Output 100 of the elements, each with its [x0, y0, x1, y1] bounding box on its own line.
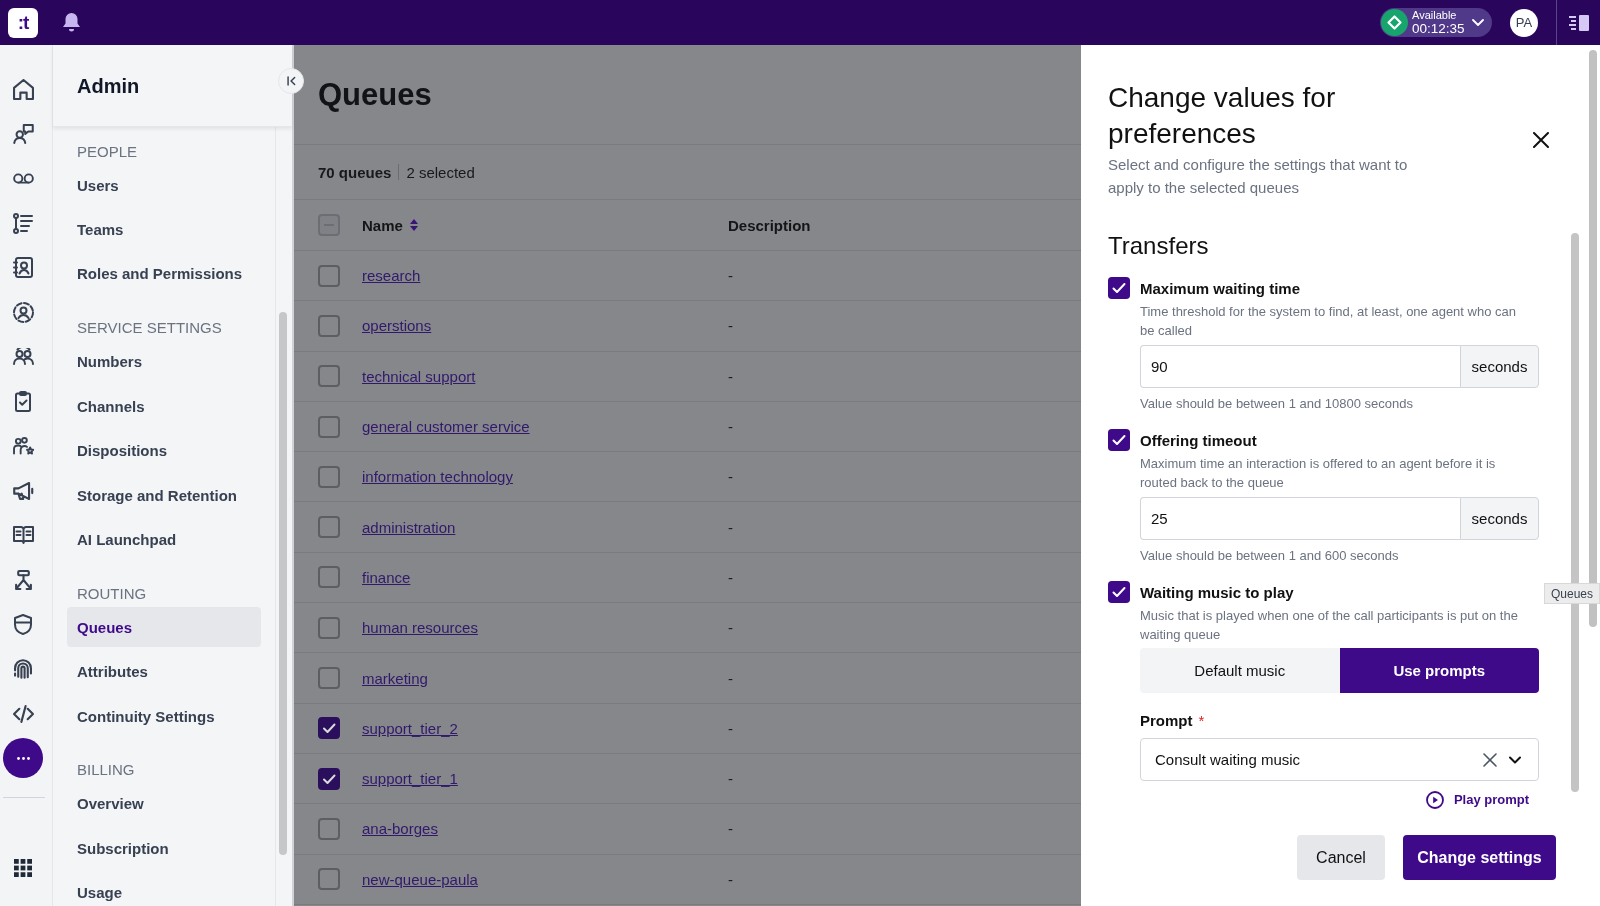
row-checkbox[interactable]	[318, 868, 340, 891]
setting-description: Music that is played when one of the call participants is put on the waiting queue	[1140, 607, 1519, 644]
number-field[interactable]: 25	[1140, 497, 1460, 540]
fingerprint-icon[interactable]	[14, 659, 32, 679]
description-cell: -	[728, 568, 733, 586]
setting-label: Waiting music to play	[1140, 583, 1294, 601]
sidebar-item[interactable]: Usage	[67, 872, 261, 906]
music-option[interactable]: Use prompts	[1339, 648, 1539, 693]
bell-icon[interactable]	[63, 13, 80, 32]
setting-checkbox[interactable]	[1108, 277, 1130, 299]
sidebar-item[interactable]: Roles and Permissions	[67, 253, 261, 294]
description-cell: -	[728, 719, 733, 737]
status-button[interactable]: Available 00:12:35	[1380, 8, 1492, 37]
cancel-button[interactable]: Cancel	[1297, 835, 1385, 880]
sidebar-item[interactable]: Dispositions	[67, 430, 261, 471]
row-checkbox[interactable]	[318, 817, 340, 840]
music-option[interactable]: Default music	[1140, 648, 1340, 693]
row-checkbox[interactable]	[318, 767, 340, 790]
row-checkbox[interactable]	[318, 516, 340, 539]
number-field[interactable]: 90	[1140, 345, 1460, 388]
flow-icon[interactable]	[14, 569, 32, 590]
setting-checkbox[interactable]	[1108, 581, 1130, 603]
row-checkbox[interactable]	[318, 667, 340, 689]
more-button[interactable]	[3, 738, 43, 779]
sidebar-item[interactable]: AI Launchpad	[67, 519, 261, 560]
row-checkbox[interactable]	[318, 465, 340, 488]
sidebar-item[interactable]: Channels	[67, 386, 261, 427]
row-checkbox[interactable]	[318, 415, 340, 438]
queue-link[interactable]: finance	[362, 568, 411, 586]
people-star-icon[interactable]	[12, 437, 34, 456]
play-prompt-link[interactable]: Play prompt	[1425, 791, 1529, 809]
row-checkbox[interactable]	[318, 616, 340, 639]
description-cell: -	[728, 669, 733, 687]
section-heading: BILLING	[77, 761, 135, 779]
queue-link[interactable]: operstions	[362, 317, 432, 335]
logo[interactable]: :t	[8, 7, 38, 38]
sidebar-item[interactable]: Attributes	[67, 651, 261, 692]
sidebar-item[interactable]: Queues	[67, 607, 261, 648]
column-header[interactable]: Name	[362, 216, 418, 234]
description-cell: -	[728, 267, 733, 285]
description-cell: -	[728, 770, 733, 788]
description-cell: -	[728, 870, 733, 888]
queue-link[interactable]: research	[362, 267, 421, 285]
person-speech-icon[interactable]	[12, 123, 34, 144]
required-mark: *	[1198, 711, 1205, 731]
queue-count: 70 queues	[318, 163, 392, 181]
sidebar-item[interactable]: Continuity Settings	[67, 696, 261, 737]
queue-link[interactable]: new-queue-paula	[362, 870, 478, 888]
field-label: Prompt	[1140, 711, 1193, 731]
section-heading: PEOPLE	[77, 142, 138, 160]
queue-link[interactable]: support_tier_2	[362, 719, 458, 737]
contact-card-icon[interactable]	[13, 257, 33, 279]
scrollbar-thumb[interactable]	[279, 312, 287, 855]
avatar[interactable]: PA	[1510, 8, 1538, 37]
chevron-down-icon[interactable]	[1509, 755, 1521, 764]
megaphone-icon[interactable]	[12, 481, 34, 500]
sidebar-item[interactable]: Teams	[67, 209, 261, 250]
sort-icon[interactable]	[409, 219, 418, 231]
queue-link[interactable]: technical support	[362, 367, 476, 385]
numbered-list-icon[interactable]	[13, 212, 33, 234]
queue-link[interactable]: administration	[362, 518, 456, 536]
change-settings-button[interactable]: Change settings	[1403, 835, 1556, 880]
row-checkbox[interactable]	[318, 566, 340, 589]
queue-link[interactable]: general customer service	[362, 418, 530, 436]
queue-link[interactable]: marketing	[362, 669, 428, 687]
setting-label: Offering timeout	[1140, 431, 1257, 449]
setting-checkbox[interactable]	[1108, 429, 1130, 451]
queue-link[interactable]: human resources	[362, 619, 478, 637]
selection-count: 2 selected	[406, 163, 475, 181]
close-icon[interactable]	[1533, 131, 1549, 148]
queue-link[interactable]: information technology	[362, 468, 513, 486]
sidebar-item[interactable]: Subscription	[67, 828, 261, 869]
clipboard-check-icon[interactable]	[15, 390, 31, 412]
row-checkbox[interactable]	[318, 717, 340, 740]
voicemail-icon[interactable]	[12, 173, 34, 184]
row-checkbox[interactable]	[318, 314, 340, 337]
sidebar-item[interactable]: Numbers	[67, 341, 261, 382]
person-ring-icon[interactable]	[12, 301, 34, 323]
queue-link[interactable]: support_tier_1	[362, 770, 458, 788]
section-heading: ROUTING	[77, 584, 147, 602]
chevron-down-icon	[1472, 19, 1484, 26]
panel-subtitle: Select and configure the settings that want to apply to the selected queues	[1108, 155, 1409, 198]
queue-link[interactable]: ana-borges	[362, 820, 438, 838]
people-icon[interactable]	[12, 348, 34, 366]
shield-icon[interactable]	[14, 613, 32, 635]
side-panel-icon[interactable]	[1569, 14, 1589, 31]
sidebar-item[interactable]: Users	[67, 165, 261, 206]
code-icon[interactable]	[12, 704, 34, 723]
row-checkbox[interactable]	[318, 365, 340, 388]
setting-description: Time threshold for the system to find, at least, one agent who can be called	[1140, 303, 1517, 340]
select-all-checkbox[interactable]	[318, 214, 340, 236]
tooltip: Queues	[1543, 583, 1600, 604]
book-icon[interactable]	[12, 526, 34, 545]
prompt-select[interactable]: Consult waiting music	[1140, 738, 1539, 781]
clear-icon[interactable]	[1483, 752, 1497, 767]
sidebar-item[interactable]: Overview	[67, 784, 261, 824]
home-icon[interactable]	[12, 78, 34, 100]
apps-grid-icon[interactable]	[14, 858, 32, 877]
sidebar-item[interactable]: Storage and Retention	[67, 475, 261, 516]
row-checkbox[interactable]	[318, 264, 340, 287]
